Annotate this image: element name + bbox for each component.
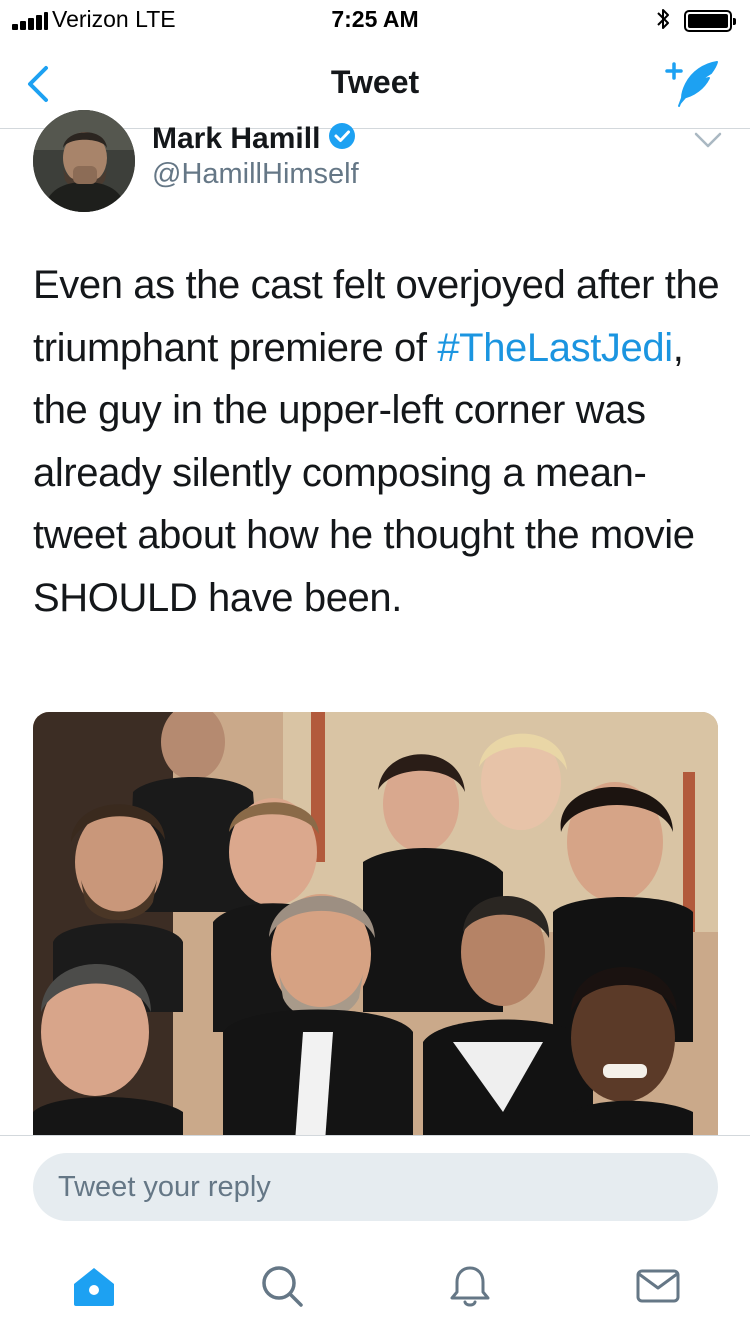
nav-bar: Tweet — [0, 40, 750, 129]
reply-placeholder: Tweet your reply — [58, 1171, 271, 1203]
tweet-text: Even as the cast felt overjoyed after th… — [33, 254, 723, 629]
messages-envelope-icon[interactable] — [634, 1262, 682, 1310]
verified-badge-icon — [329, 123, 356, 149]
avatar[interactable] — [33, 110, 135, 212]
user-handle[interactable]: @HamillHimself — [152, 158, 359, 191]
tweet-photo[interactable] — [33, 712, 718, 1142]
bluetooth-icon — [657, 9, 669, 29]
hashtag-link[interactable]: #TheLastJedi — [437, 326, 673, 370]
clock: 7:25 AM — [331, 6, 419, 32]
display-name[interactable]: Mark Hamill — [152, 122, 320, 155]
status-bar: Verizon LTE 7:25 AM — [0, 0, 750, 40]
page-title: Tweet — [330, 64, 420, 100]
tab-bar — [0, 1240, 750, 1334]
compose-tweet-icon[interactable] — [664, 58, 722, 110]
reply-input[interactable]: Tweet your reply — [33, 1153, 718, 1221]
chevron-down-icon[interactable] — [692, 130, 724, 150]
home-icon[interactable] — [70, 1262, 118, 1310]
battery-icon — [684, 10, 736, 32]
author-name-row: Mark Hamill — [152, 122, 356, 160]
search-icon[interactable] — [258, 1262, 306, 1310]
notifications-bell-icon[interactable] — [446, 1262, 494, 1310]
reply-bar: Tweet your reply — [0, 1135, 750, 1241]
